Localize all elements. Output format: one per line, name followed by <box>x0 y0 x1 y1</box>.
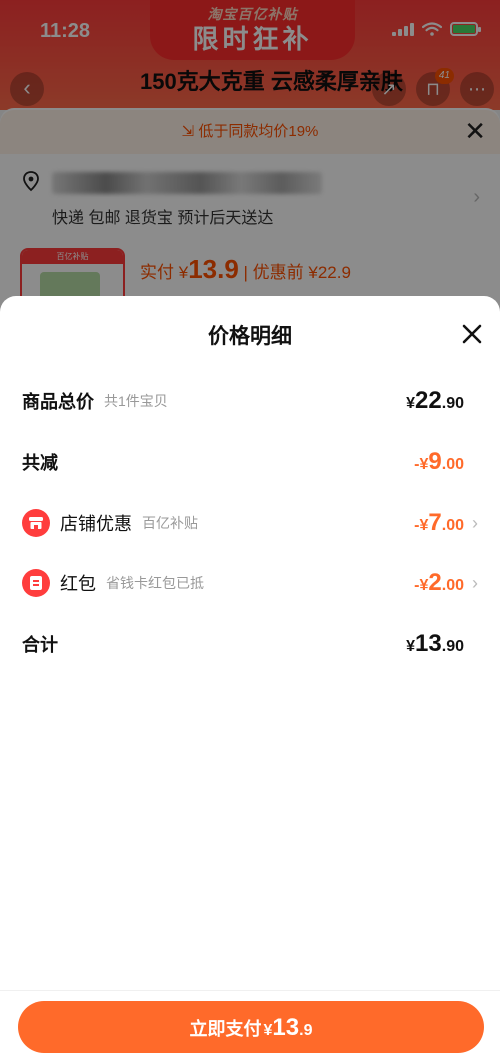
amount-currency: -¥ <box>414 456 429 473</box>
row-amount: -¥ 9.00 <box>414 448 464 476</box>
amount-int: 2 <box>428 569 442 596</box>
row-label: 共减 <box>22 453 58 473</box>
row-amount: -¥ 2.00 <box>414 569 464 597</box>
modal-title: 价格明细 <box>208 325 292 348</box>
row-label: 红包 <box>60 574 96 594</box>
row-sub: 百亿补贴 <box>142 515 198 531</box>
red-packet-icon <box>22 569 50 597</box>
row-total-discount: 共减 -¥ 9.00 <box>22 447 484 477</box>
amount-int: 9 <box>428 448 442 475</box>
row-label: 合计 <box>22 635 58 655</box>
row-amount: -¥ 7.00 <box>414 509 464 537</box>
bottom-bar: 立即支付 ¥ 13 .9 <box>0 990 500 1057</box>
amount-dec: .90 <box>441 638 464 655</box>
amount-dec: .00 <box>441 577 464 594</box>
price-detail-sheet: 价格明细 商品总价 共1件宝贝 ¥22.90 共减 -¥ 9.00 店铺优惠 百亿… <box>0 296 500 1057</box>
amount-currency: -¥ <box>414 517 429 534</box>
row-label: 店铺优惠 <box>60 514 132 534</box>
row-red-packet[interactable]: 红包 省钱卡红包已抵 -¥ 2.00 › <box>22 568 484 598</box>
row-sub: 省钱卡红包已抵 <box>106 575 204 591</box>
chevron-right-icon[interactable]: › <box>472 513 484 534</box>
row-amount: ¥13.90 <box>406 630 464 658</box>
amount-dec: .00 <box>441 456 464 473</box>
amount-int: 7 <box>428 509 442 536</box>
amount-currency: -¥ <box>414 577 429 594</box>
row-sub: 共1件宝贝 <box>104 393 168 409</box>
amount-int: 13 <box>415 630 442 657</box>
row-store-discount[interactable]: 店铺优惠 百亿补贴 -¥ 7.00 › <box>22 508 484 538</box>
store-icon <box>22 509 50 537</box>
pay-dec: .9 <box>299 1022 313 1039</box>
amount-int: 22 <box>415 387 442 414</box>
pay-int: 13 <box>272 1014 300 1041</box>
row-amount: ¥22.90 <box>406 387 464 415</box>
amount-dec: .00 <box>441 517 464 534</box>
pay-label: 立即支付 <box>189 1019 262 1039</box>
amount-currency: ¥ <box>406 638 416 655</box>
chevron-right-icon[interactable]: › <box>472 573 484 594</box>
pay-now-button[interactable]: 立即支付 ¥ 13 .9 <box>18 1001 484 1053</box>
row-total-goods: 商品总价 共1件宝贝 ¥22.90 <box>22 386 484 416</box>
close-icon[interactable] <box>460 322 484 346</box>
amount-currency: ¥ <box>406 395 416 412</box>
amount-dec: .90 <box>441 395 464 412</box>
row-label: 商品总价 <box>22 392 94 412</box>
pay-currency: ¥ <box>263 1022 273 1039</box>
row-grand-total: 合计 ¥13.90 <box>22 629 484 659</box>
